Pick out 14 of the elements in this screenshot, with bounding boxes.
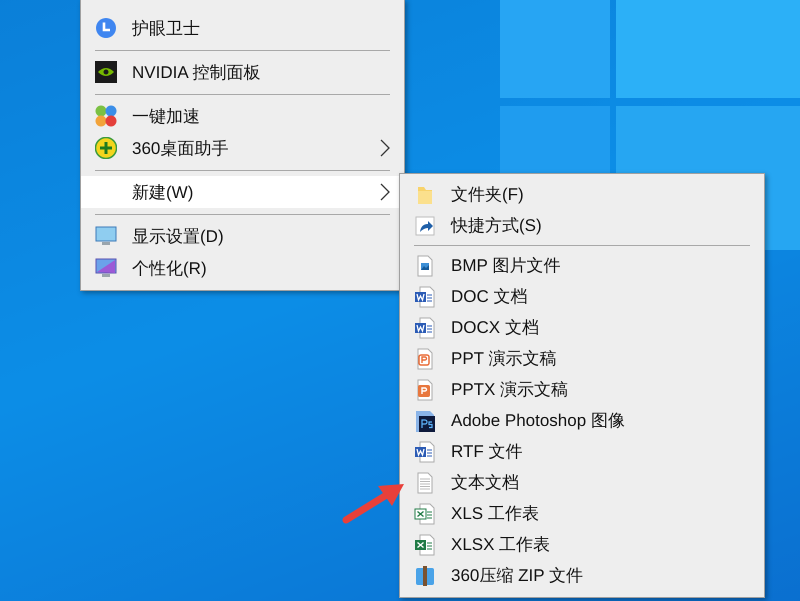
menu-item[interactable]: 360桌面助手 bbox=[81, 132, 404, 164]
menu-item[interactable]: PPT 演示文稿 bbox=[400, 343, 764, 374]
menu-item[interactable]: NVIDIA 控制面板 bbox=[81, 56, 404, 88]
menu-item[interactable]: Adobe Photoshop 图像 bbox=[400, 405, 764, 436]
menu-item[interactable]: 护眼卫士 bbox=[81, 12, 404, 44]
menu-item[interactable]: XLS 工作表 bbox=[400, 498, 764, 529]
menu-item[interactable]: XLSX 工作表 bbox=[400, 529, 764, 560]
menu-item[interactable]: 文本文档 bbox=[400, 467, 764, 498]
menu-item[interactable]: PPTX 演示文稿 bbox=[400, 374, 764, 405]
menu-item[interactable]: 360压缩 ZIP 文件 bbox=[400, 560, 764, 591]
menu-item[interactable]: DOC 文档 bbox=[400, 281, 764, 312]
menu-item[interactable]: RTF 文件 bbox=[400, 436, 764, 467]
menu-item[interactable]: DOCX 文档 bbox=[400, 312, 764, 343]
menu-item[interactable]: 一键加速 bbox=[81, 100, 404, 132]
